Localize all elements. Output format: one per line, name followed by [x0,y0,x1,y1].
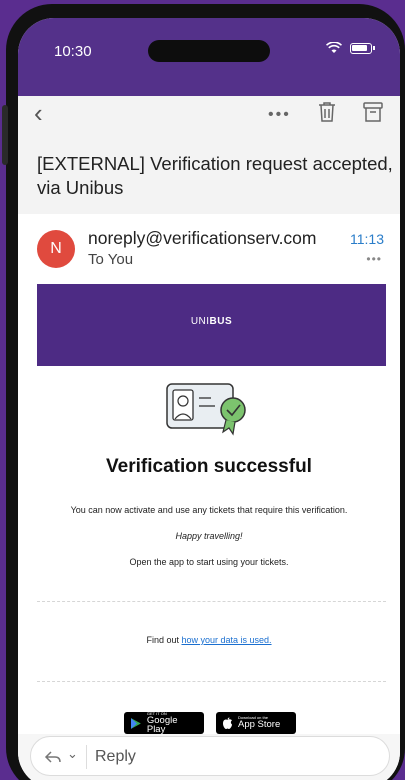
chevron-down-icon[interactable]: ⌄ [67,746,78,762]
data-usage-link[interactable]: how your data is used. [181,635,271,645]
sender-row[interactable]: N noreply@verificationserv.com To You 11… [18,218,400,278]
recipient-label[interactable]: To You [88,251,133,268]
data-usage-line: Find out how your data is used. [146,635,272,645]
sender-avatar[interactable]: N [37,230,75,268]
phone-screen: 10:30 ‹ ••• [EXTERNAL] Verification requ… [18,18,400,780]
reply-icon[interactable] [43,747,63,767]
sender-details-button[interactable]: ••• [366,252,382,266]
brand-banner: UNIBUS [37,284,386,366]
divider [37,681,386,682]
trash-icon[interactable] [316,100,338,124]
status-time: 10:30 [54,43,92,60]
subject-area: [EXTERNAL] Verification request accepted… [18,134,400,214]
received-time: 11:13 [350,231,384,247]
id-card-verified-icon [166,383,246,436]
app-store-badge[interactable]: Download on the App Store [216,712,296,734]
camera-notch [148,40,270,62]
google-play-badge[interactable]: GET IT ON Google Play [124,711,204,734]
reply-separator [86,745,87,769]
wifi-icon [326,42,342,53]
archive-icon[interactable] [362,100,384,124]
divider [37,601,386,602]
reply-button[interactable]: Reply [95,748,136,766]
status-icons [326,42,375,54]
battery-icon [350,42,375,54]
more-options-button[interactable]: ••• [268,106,291,124]
google-play-icon [130,717,141,729]
apple-icon [223,717,232,729]
back-button[interactable]: ‹ [34,100,43,126]
verification-headline: Verification successful [106,456,312,477]
email-subject: [EXTERNAL] Verification request accepted… [37,153,393,198]
body-paragraph: You can now activate and use any tickets… [70,505,348,515]
body-paragraph: Happy travelling! [175,531,243,541]
status-bar: 10:30 [18,18,400,96]
email-toolbar: ‹ ••• [18,96,400,134]
brand-logo: UNIBUS [190,316,233,327]
reply-bar[interactable]: ⌄ Reply [30,736,390,776]
sender-address[interactable]: noreply@verificationserv.com [88,228,317,249]
body-paragraph: Open the app to start using your tickets… [129,557,289,567]
phone-side-button [2,105,8,165]
